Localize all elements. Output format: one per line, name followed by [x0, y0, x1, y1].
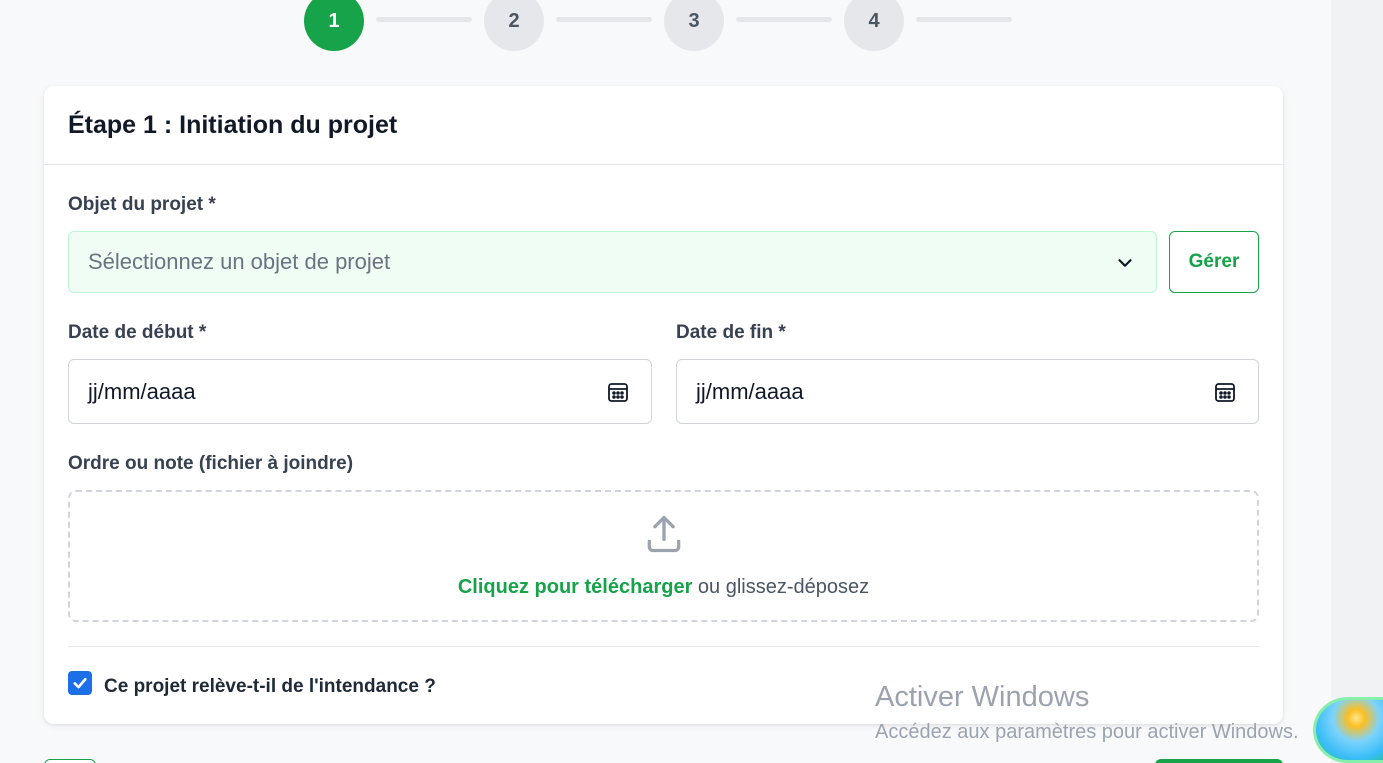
previous-button[interactable] — [44, 759, 96, 763]
manage-button[interactable]: Gérer — [1169, 231, 1259, 293]
activation-watermark-title: Activer Windows — [875, 681, 1090, 713]
stewardship-checkbox[interactable] — [68, 671, 92, 695]
start-date-placeholder: jj/mm/aaaa — [88, 378, 196, 404]
stewardship-label[interactable]: Ce projet relève-t-il de l'intendance ? — [104, 676, 436, 698]
file-dropzone[interactable]: Cliquez pour télécharger ou glissez-dépo… — [68, 490, 1259, 622]
page-scroll-gutter — [1331, 0, 1383, 763]
checkmark-icon — [73, 677, 87, 689]
calendar-icon[interactable] — [1213, 380, 1237, 404]
stepper: 1 2 3 4 — [0, 0, 1383, 60]
step-3[interactable]: 3 — [664, 0, 724, 51]
start-date-input[interactable]: jj/mm/aaaa — [68, 359, 652, 424]
step-2[interactable]: 2 — [484, 0, 544, 51]
step-connector — [916, 17, 1012, 22]
card-header: Étape 1 : Initiation du projet — [44, 86, 1283, 165]
end-date-label: Date de fin * — [676, 322, 786, 343]
step-4[interactable]: 4 — [844, 0, 904, 51]
end-date-input[interactable]: jj/mm/aaaa — [676, 359, 1259, 424]
divider — [68, 646, 1259, 647]
step-1[interactable]: 1 — [304, 0, 364, 51]
next-button[interactable] — [1155, 759, 1283, 763]
step-connector — [556, 17, 652, 22]
attachment-label: Ordre ou note (fichier à joindre) — [68, 453, 354, 474]
upload-icon — [647, 515, 681, 553]
project-object-label: Objet du projet * — [68, 194, 216, 215]
step-connector — [736, 17, 832, 22]
activation-watermark-subtitle: Accédez aux paramètres pour activer Wind… — [875, 721, 1299, 743]
project-object-select[interactable]: Sélectionnez un objet de projet — [68, 231, 1157, 293]
chevron-down-icon — [1118, 259, 1132, 267]
dropzone-text: Cliquez pour télécharger ou glissez-dépo… — [70, 576, 1257, 599]
drag-drop-text: ou glissez-déposez — [692, 576, 870, 598]
end-date-placeholder: jj/mm/aaaa — [696, 378, 804, 404]
step-card: Étape 1 : Initiation du projet Objet du … — [44, 86, 1283, 724]
step-connector — [376, 17, 472, 22]
project-object-placeholder: Sélectionnez un objet de projet — [88, 249, 391, 274]
floating-avatar[interactable] — [1313, 697, 1383, 763]
calendar-icon[interactable] — [606, 380, 630, 404]
start-date-label: Date de début * — [68, 322, 207, 343]
page-title: Étape 1 : Initiation du projet — [68, 110, 398, 139]
upload-link[interactable]: Cliquez pour télécharger — [458, 576, 693, 598]
